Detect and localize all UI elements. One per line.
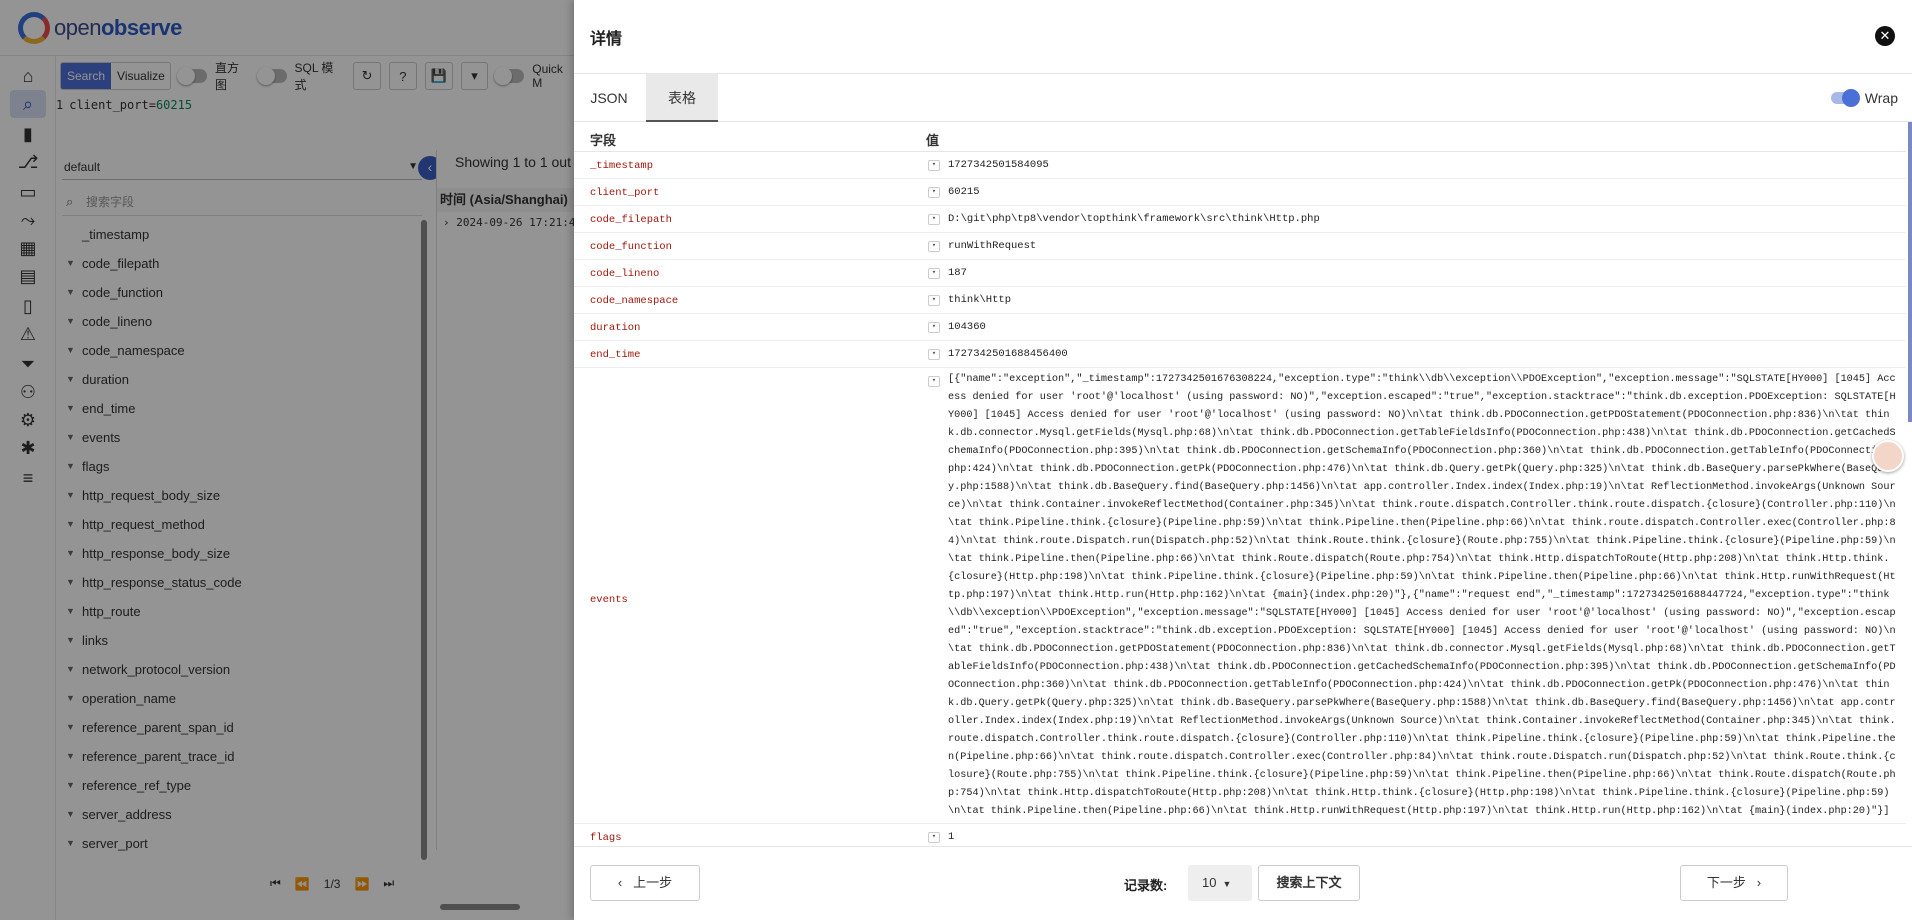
value-menu-icon[interactable]: ▾ bbox=[928, 187, 940, 198]
field-value: 1 bbox=[948, 831, 955, 843]
table-row: client_port ▾ 60215 bbox=[574, 179, 1906, 206]
field-key: duration bbox=[590, 322, 641, 334]
value-menu-icon[interactable]: ▾ bbox=[928, 241, 940, 252]
table-row: flags ▾ 1 bbox=[574, 824, 1906, 844]
next-label: 下一步 bbox=[1706, 875, 1746, 890]
field-value: runWithRequest bbox=[948, 240, 1037, 252]
chevron-down-icon: ▼ bbox=[1222, 879, 1232, 889]
field-value: 104360 bbox=[948, 321, 986, 333]
table-row: code_lineno ▾ 187 bbox=[574, 260, 1906, 287]
field-column-header: 字段 bbox=[590, 133, 617, 148]
field-value: 1727342501688456400 bbox=[948, 348, 1068, 360]
field-value: [{"name":"exception","_timestamp":172734… bbox=[948, 374, 1896, 817]
drawer-tabs: JSON 表格 Wrap bbox=[574, 74, 1912, 122]
table-row: code_namespace ▾ think\Http bbox=[574, 287, 1906, 314]
drawer-header: 详情 ✕ bbox=[574, 0, 1912, 74]
table-row: code_filepath ▾ D:\git\php\tp8\vendor\topt… bbox=[574, 206, 1906, 233]
records-select[interactable]: 10 ▼ bbox=[1188, 865, 1252, 901]
assistant-avatar[interactable] bbox=[1872, 440, 1904, 472]
chevron-left-icon: ‹ bbox=[617, 875, 623, 890]
field-key: code_filepath bbox=[590, 214, 672, 226]
field-key: client_port bbox=[590, 187, 660, 199]
close-icon[interactable]: ✕ bbox=[1875, 26, 1895, 46]
detail-table: 字段 值 _timestamp ▾ 1727342501584095 client_p… bbox=[574, 122, 1906, 844]
detail-drawer: 详情 ✕ JSON 表格 Wrap 字段 值 _timestamp ▾ 172734… bbox=[574, 0, 1912, 920]
table-row: end_time ▾ 1727342501688456400 bbox=[574, 341, 1906, 368]
table-row: _timestamp ▾ 1727342501584095 bbox=[574, 152, 1906, 179]
drawer-title: 详情 bbox=[590, 31, 623, 48]
field-key: code_lineno bbox=[590, 268, 660, 280]
drawer-footer: ‹ 上一步 记录数: 10 ▼ 搜索上下文 下一步 › bbox=[574, 846, 1912, 920]
records-label: 记录数: bbox=[1124, 878, 1168, 893]
field-value: 60215 bbox=[948, 186, 980, 198]
tab-table[interactable]: 表格 bbox=[646, 74, 718, 122]
field-key: code_namespace bbox=[590, 295, 679, 307]
value-menu-icon[interactable]: ▾ bbox=[928, 832, 940, 843]
wrap-toggle[interactable]: Wrap bbox=[1830, 89, 1898, 107]
field-key: end_time bbox=[590, 349, 641, 361]
field-key: flags bbox=[590, 832, 622, 844]
previous-label: 上一步 bbox=[633, 875, 673, 890]
field-key: events bbox=[590, 594, 628, 606]
value-menu-icon[interactable]: ▾ bbox=[928, 376, 940, 387]
value-menu-icon[interactable]: ▾ bbox=[928, 268, 940, 279]
drawer-scrollbar[interactable] bbox=[1908, 122, 1912, 422]
field-key: _timestamp bbox=[590, 160, 654, 172]
wrap-switch[interactable] bbox=[1830, 89, 1860, 107]
table-row: duration ▾ 104360 bbox=[574, 314, 1906, 341]
value-menu-icon[interactable]: ▾ bbox=[928, 349, 940, 360]
table-row: events ▾ [{"name":"exception","_timestamp"… bbox=[574, 368, 1906, 824]
field-value: think\Http bbox=[948, 294, 1012, 306]
next-button[interactable]: 下一步 › bbox=[1680, 865, 1788, 901]
value-menu-icon[interactable]: ▾ bbox=[928, 295, 940, 306]
records-value: 10 bbox=[1202, 875, 1217, 890]
value-column-header: 值 bbox=[926, 133, 940, 148]
search-context-button[interactable]: 搜索上下文 bbox=[1258, 865, 1360, 901]
chevron-right-icon: › bbox=[1756, 875, 1762, 890]
value-menu-icon[interactable]: ▾ bbox=[928, 322, 940, 333]
table-header: 字段 值 bbox=[574, 122, 1906, 152]
field-value: 187 bbox=[948, 267, 967, 279]
wrap-label: Wrap bbox=[1864, 90, 1898, 106]
field-value: 1727342501584095 bbox=[948, 159, 1049, 171]
tab-json[interactable]: JSON bbox=[574, 74, 644, 122]
table-row: code_function ▾ runWithRequest bbox=[574, 233, 1906, 260]
value-menu-icon[interactable]: ▾ bbox=[928, 214, 940, 225]
field-key: code_function bbox=[590, 241, 672, 253]
previous-button[interactable]: ‹ 上一步 bbox=[590, 865, 700, 901]
field-value: D:\git\php\tp8\vendor\topthink\framework… bbox=[948, 213, 1320, 225]
value-menu-icon[interactable]: ▾ bbox=[928, 160, 940, 171]
